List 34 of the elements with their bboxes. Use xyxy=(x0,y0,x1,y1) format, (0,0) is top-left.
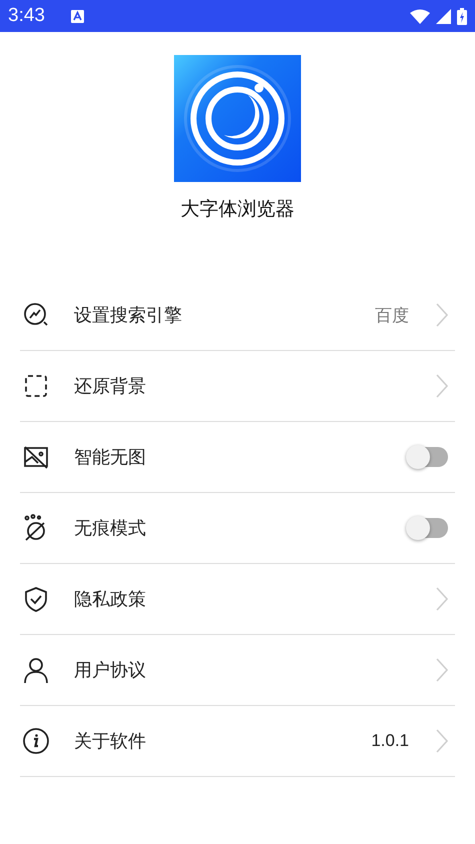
shield-check-icon xyxy=(22,585,50,613)
toggle-switch[interactable] xyxy=(408,518,448,538)
wifi-icon xyxy=(410,8,430,24)
app-logo-icon xyxy=(174,55,301,182)
settings-item[interactable]: 智能无图 xyxy=(20,422,455,493)
settings-label: 还原背景 xyxy=(74,375,146,398)
settings-label: 无痕模式 xyxy=(74,517,146,540)
notification-icon xyxy=(70,10,84,22)
settings-label: 用户协议 xyxy=(74,659,146,682)
app-name: 大字体浏览器 xyxy=(180,197,294,222)
settings-value: 百度 xyxy=(375,304,409,326)
settings-item[interactable]: 无痕模式 xyxy=(20,493,455,564)
settings-item[interactable]: 设置搜索引擎 百度 xyxy=(20,280,455,351)
settings-item[interactable]: 用户协议 xyxy=(20,635,455,706)
chevron-right-icon xyxy=(435,302,449,328)
settings-value: 1.0.1 xyxy=(371,731,409,751)
settings-label: 设置搜索引擎 xyxy=(74,304,182,327)
settings-label: 隐私政策 xyxy=(74,588,146,611)
battery-icon xyxy=(457,8,467,24)
dashed-square-icon xyxy=(22,372,50,400)
settings-label: 关于软件 xyxy=(74,730,146,753)
info-icon xyxy=(22,727,50,755)
status-time: 3:43 xyxy=(8,5,45,27)
settings-label: 智能无图 xyxy=(74,446,146,469)
chevron-right-icon xyxy=(435,657,449,683)
settings-item[interactable]: 关于软件 1.0.1 xyxy=(20,706,455,777)
chevron-right-icon xyxy=(435,373,449,399)
settings-item[interactable]: 还原背景 xyxy=(20,351,455,422)
signal-icon xyxy=(436,8,451,24)
toggle-switch[interactable] xyxy=(408,447,448,467)
settings-item[interactable]: 隐私政策 xyxy=(20,564,455,635)
user-icon xyxy=(22,656,50,684)
chevron-right-icon xyxy=(435,586,449,612)
chevron-right-icon xyxy=(435,728,449,754)
